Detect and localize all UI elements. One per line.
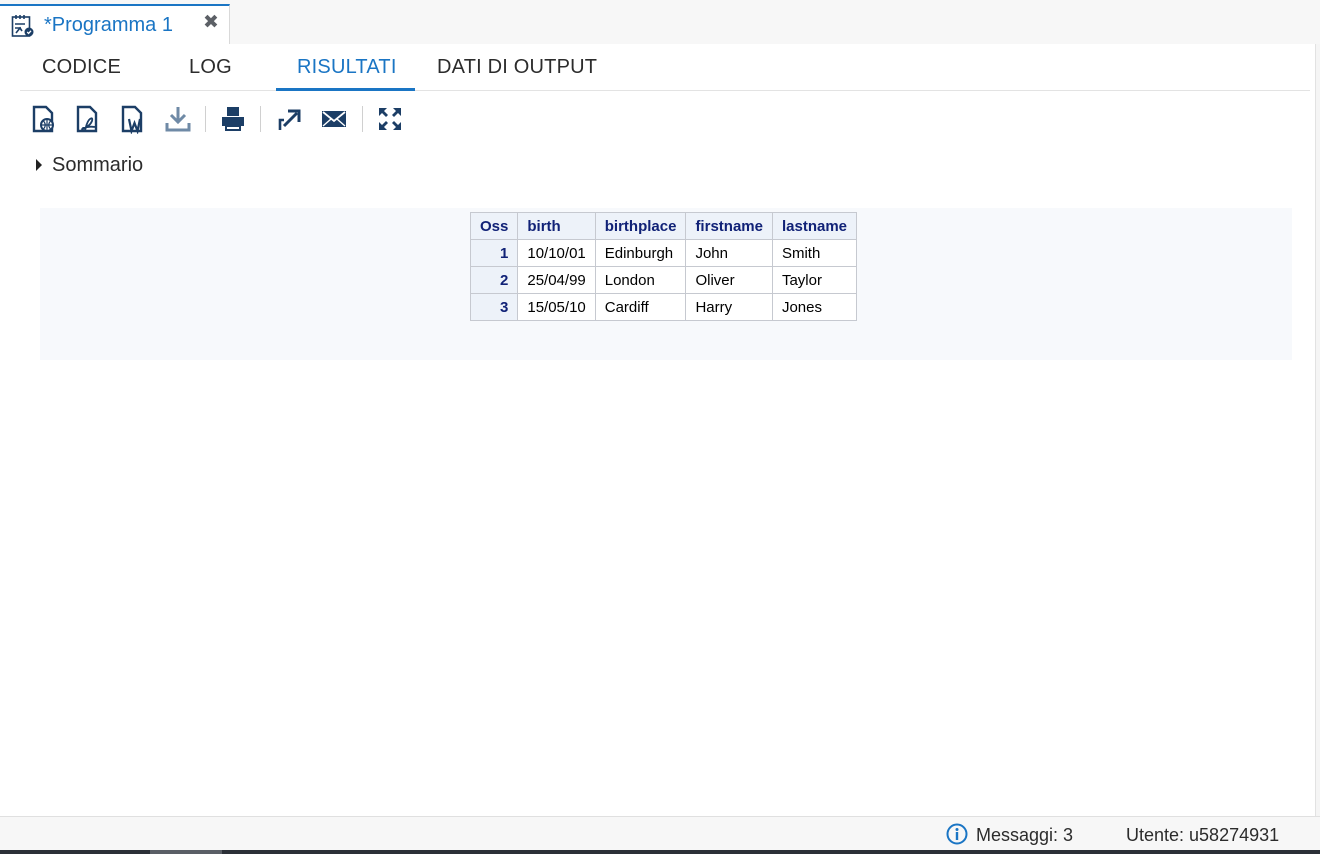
- email-button[interactable]: [320, 104, 348, 134]
- download-html-button[interactable]: [30, 104, 58, 134]
- user-id: Utente: u58274931: [1126, 825, 1280, 845]
- column-header: Oss: [469, 212, 519, 240]
- toolbar-separator: [205, 106, 206, 132]
- download-rtf-icon: [121, 105, 143, 135]
- print-icon: [222, 107, 244, 131]
- column-header: birthplace: [594, 212, 687, 240]
- table-cell: Smith: [771, 239, 858, 267]
- print-button[interactable]: [219, 104, 247, 134]
- open-new-window-button[interactable]: [275, 104, 303, 134]
- table-row: 3 15/05/10 Cardiff Harry Jones: [469, 293, 858, 321]
- tab-codice[interactable]: CODICE: [42, 56, 121, 79]
- document-tab-bar: *Programma 1 ✖: [0, 0, 1320, 44]
- sas-studio-window: *Programma 1 ✖ CODICE LOG RISULTATI DATI…: [0, 0, 1320, 854]
- maximize-icon: [379, 108, 401, 130]
- column-header: firstname: [685, 212, 773, 240]
- column-header: lastname: [771, 212, 858, 240]
- view-tabs: CODICE LOG RISULTATI DATI DI OUTPUT: [20, 44, 1310, 91]
- toolbar-separator: [260, 106, 261, 132]
- download-rtf-button[interactable]: [119, 104, 147, 135]
- email-icon: [322, 111, 346, 127]
- maximize-button[interactable]: [376, 104, 404, 134]
- table-header-row: Oss birth birthplace firstname lastname: [469, 212, 858, 240]
- table-row: 1 10/10/01 Edinburgh John Smith: [469, 239, 858, 267]
- column-header: birth: [517, 212, 596, 240]
- active-tab-indicator: [276, 88, 415, 91]
- download-button[interactable]: [164, 104, 192, 134]
- download-icon: [165, 107, 191, 132]
- summary-toggle[interactable]: Sommario: [36, 152, 143, 178]
- summary-label: Sommario: [52, 153, 144, 176]
- info-icon[interactable]: [946, 823, 968, 845]
- toolbar-separator: [362, 106, 363, 132]
- horizontal-scrollbar[interactable]: [0, 850, 1320, 854]
- download-html-icon: [32, 105, 54, 133]
- table-cell: Taylor: [771, 266, 858, 294]
- results-output-area: Oss birth birthplace firstname lastname …: [40, 208, 1292, 360]
- table-cell-oss: 2: [469, 266, 519, 294]
- table-row: 2 25/04/99 London Oliver Taylor: [469, 266, 858, 294]
- main-panel: CODICE LOG RISULTATI DATI DI OUTPUT Somm…: [0, 44, 1316, 816]
- messages-count[interactable]: Messaggi: 3: [976, 825, 1073, 846]
- table-cell: 15/05/10: [517, 293, 596, 321]
- download-pdf-button[interactable]: [74, 104, 102, 134]
- table-cell: Jones: [771, 293, 858, 321]
- download-pdf-icon: [76, 105, 98, 133]
- program-tab[interactable]: *Programma 1 ✖: [0, 4, 230, 44]
- table-cell: 25/04/99: [517, 266, 596, 294]
- program-tab-title: *Programma 1: [44, 14, 173, 36]
- table-cell: Cardiff: [594, 293, 687, 321]
- table-cell: 10/10/01: [517, 239, 596, 267]
- results-table: Oss birth birthplace firstname lastname …: [469, 212, 858, 321]
- table-cell: London: [594, 266, 687, 294]
- status-bar: Messaggi: 3 Utente: u58274931: [0, 816, 1320, 850]
- table-cell: Oliver: [685, 266, 773, 294]
- close-tab-icon[interactable]: ✖: [202, 13, 220, 33]
- table-cell: Harry: [685, 293, 773, 321]
- table-cell-oss: 3: [469, 293, 519, 321]
- tab-log[interactable]: LOG: [189, 56, 232, 79]
- program-icon: [11, 15, 34, 37]
- scrollbar-thumb[interactable]: [150, 850, 222, 854]
- tab-dati-di-output[interactable]: DATI DI OUTPUT: [437, 56, 597, 79]
- results-toolbar: [28, 102, 428, 136]
- open-new-window-icon: [278, 109, 301, 130]
- table-cell-oss: 1: [469, 239, 519, 267]
- expand-triangle-icon: [36, 159, 42, 171]
- table-cell: Edinburgh: [594, 239, 687, 267]
- table-cell: John: [685, 239, 773, 267]
- tab-risultati[interactable]: RISULTATI: [297, 56, 397, 79]
